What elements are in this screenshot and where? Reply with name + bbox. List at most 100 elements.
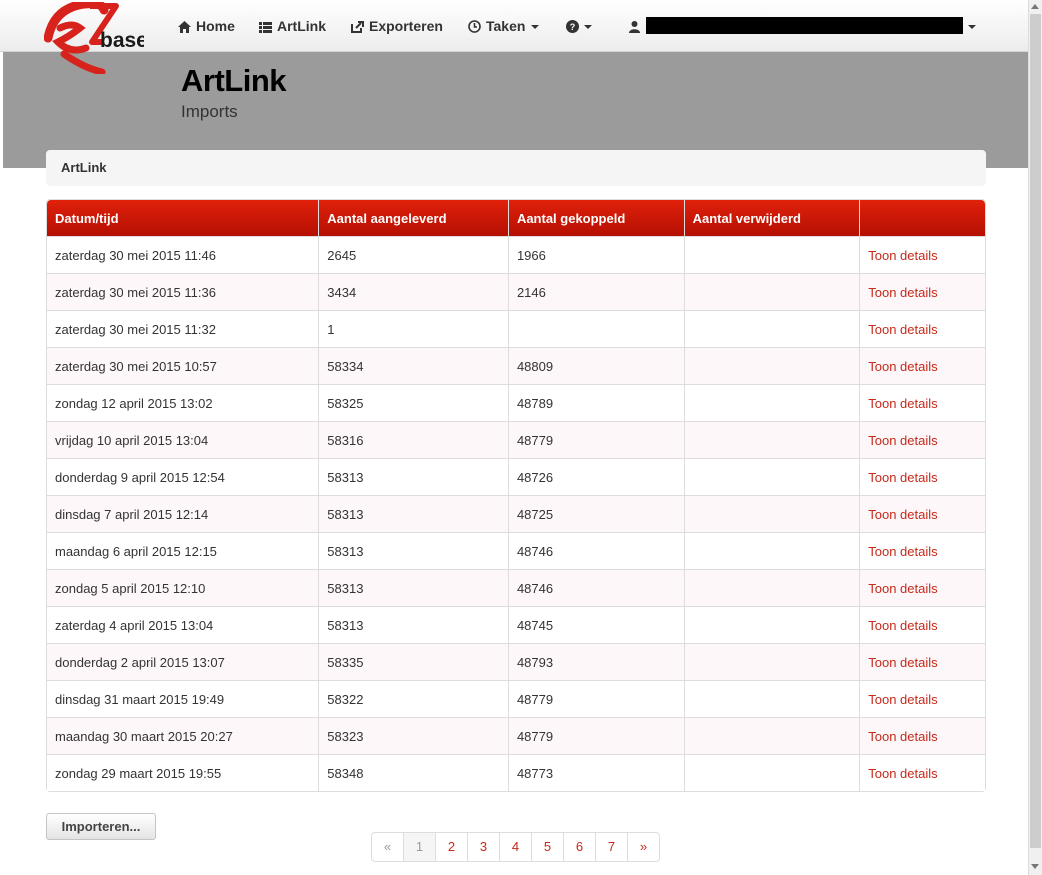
table-row: zaterdag 4 april 2015 13:04 58313 48745 Too…	[47, 606, 985, 643]
column-header-actions	[859, 200, 985, 236]
column-header-datetime[interactable]: Datum/tijd	[47, 200, 319, 236]
chevron-down-icon	[584, 25, 592, 29]
ezbase-logo[interactable]: base	[43, 0, 148, 76]
toon-details-link[interactable]: Toon details	[868, 581, 937, 596]
cell-gekoppeld: 48793	[507, 643, 684, 680]
import-button[interactable]: Importeren...	[46, 813, 156, 840]
cell-datetime: vrijdag 10 april 2015 13:04	[47, 421, 319, 458]
table-row: donderdag 9 april 2015 12:54 58313 48726 To…	[47, 458, 985, 495]
cell-gekoppeld: 48746	[507, 569, 684, 606]
imports-table: Datum/tijd Aantal aangeleverd Aantal gek…	[46, 199, 986, 792]
pagination-page-4[interactable]: 4	[499, 832, 532, 862]
nav-taken-label: Taken	[486, 18, 526, 34]
cell-datetime: maandag 30 maart 2015 20:27	[47, 717, 319, 754]
scroll-up-arrow-icon[interactable]	[1031, 4, 1039, 9]
cell-datetime: dinsdag 7 april 2015 12:14	[47, 495, 319, 532]
nav-exporteren[interactable]: Exporteren	[351, 17, 443, 35]
cell-verwijderd	[683, 532, 860, 569]
share-icon	[351, 21, 364, 33]
nav-home[interactable]: Home	[178, 17, 235, 35]
table-row: zaterdag 30 mei 2015 11:46 2645 1966 Toon d…	[47, 236, 985, 273]
table-row: dinsdag 7 april 2015 12:14 58313 48725 Toon…	[47, 495, 985, 532]
toon-details-link[interactable]: Toon details	[868, 396, 937, 411]
column-header-aangeleverd[interactable]: Aantal aangeleverd	[318, 200, 508, 236]
nav-taken-dropdown[interactable]: Taken	[468, 17, 540, 35]
cell-actions: Toon details	[859, 458, 985, 495]
vertical-scrollbar[interactable]	[1028, 0, 1042, 875]
cell-verwijderd	[683, 347, 860, 384]
cell-gekoppeld: 48779	[507, 421, 684, 458]
cell-aangeleverd: 58348	[318, 754, 508, 791]
table-header-row: Datum/tijd Aantal aangeleverd Aantal gek…	[47, 200, 985, 236]
toon-details-link[interactable]: Toon details	[868, 544, 937, 559]
cell-actions: Toon details	[859, 273, 985, 310]
page-title: ArtLink	[181, 63, 287, 98]
pagination-next[interactable]: »	[627, 832, 660, 862]
cell-verwijderd	[683, 569, 860, 606]
toon-details-link[interactable]: Toon details	[868, 322, 937, 337]
cell-gekoppeld: 1966	[507, 236, 684, 273]
cell-actions: Toon details	[859, 754, 985, 791]
toon-details-link[interactable]: Toon details	[868, 507, 937, 522]
pagination-page-2[interactable]: 2	[435, 832, 468, 862]
user-name-redacted[interactable]	[646, 17, 963, 34]
cell-aangeleverd: 58313	[318, 532, 508, 569]
column-header-verwijderd[interactable]: Aantal verwijderd	[683, 200, 860, 236]
cell-actions: Toon details	[859, 421, 985, 458]
cell-datetime: dinsdag 31 maart 2015 19:49	[47, 680, 319, 717]
pagination-page-1[interactable]: 1	[403, 832, 436, 862]
toon-details-link[interactable]: Toon details	[868, 470, 937, 485]
scroll-down-arrow-icon[interactable]	[1031, 864, 1039, 869]
cell-aangeleverd: 58334	[318, 347, 508, 384]
home-icon	[178, 21, 191, 33]
toon-details-link[interactable]: Toon details	[868, 433, 937, 448]
pagination-prev[interactable]: «	[371, 832, 404, 862]
navbar: Home ArtLink Exporteren Taken ?	[0, 0, 1028, 52]
cell-actions: Toon details	[859, 717, 985, 754]
pagination-page-3[interactable]: 3	[467, 832, 500, 862]
toon-details-link[interactable]: Toon details	[868, 766, 937, 781]
nav-help-dropdown[interactable]: ?	[566, 17, 592, 35]
nav-home-label: Home	[196, 18, 235, 34]
toon-details-link[interactable]: Toon details	[868, 359, 937, 374]
cell-gekoppeld: 48789	[507, 384, 684, 421]
cell-gekoppeld	[507, 310, 684, 347]
svg-text:?: ?	[570, 22, 576, 32]
cell-gekoppeld: 48746	[507, 532, 684, 569]
cell-datetime: zondag 5 april 2015 12:10	[47, 569, 319, 606]
cell-verwijderd	[683, 495, 860, 532]
toon-details-link[interactable]: Toon details	[868, 655, 937, 670]
user-menu-caret[interactable]	[962, 17, 976, 35]
column-header-gekoppeld[interactable]: Aantal gekoppeld	[507, 200, 684, 236]
toon-details-link[interactable]: Toon details	[868, 285, 937, 300]
cell-aangeleverd: 58322	[318, 680, 508, 717]
cell-aangeleverd: 58313	[318, 569, 508, 606]
cell-actions: Toon details	[859, 310, 985, 347]
toon-details-link[interactable]: Toon details	[868, 692, 937, 707]
breadcrumb: ArtLink	[46, 150, 986, 186]
cell-gekoppeld: 2146	[507, 273, 684, 310]
page-subtitle: Imports	[181, 102, 238, 121]
scrollbar-thumb[interactable]	[1030, 14, 1041, 848]
pagination-page-5[interactable]: 5	[531, 832, 564, 862]
pagination-page-6[interactable]: 6	[563, 832, 596, 862]
cell-gekoppeld: 48809	[507, 347, 684, 384]
toon-details-link[interactable]: Toon details	[868, 248, 937, 263]
cell-aangeleverd: 58316	[318, 421, 508, 458]
cell-verwijderd	[683, 458, 860, 495]
pagination-page-7[interactable]: 7	[595, 832, 628, 862]
pagination: « 1 2 3 4 5 6 7 »	[371, 832, 660, 862]
cell-datetime: zondag 29 maart 2015 19:55	[47, 754, 319, 791]
cell-datetime: zaterdag 30 mei 2015 10:57	[47, 347, 319, 384]
cell-actions: Toon details	[859, 643, 985, 680]
user-menu[interactable]	[629, 17, 645, 35]
toon-details-link[interactable]: Toon details	[868, 618, 937, 633]
cell-verwijderd	[683, 717, 860, 754]
table-row: zaterdag 30 mei 2015 10:57 58334 48809 Toon…	[47, 347, 985, 384]
cell-aangeleverd: 58313	[318, 495, 508, 532]
toon-details-link[interactable]: Toon details	[868, 729, 937, 744]
nav-artlink-label: ArtLink	[277, 18, 326, 34]
question-circle-icon: ?	[566, 20, 579, 33]
nav-artlink[interactable]: ArtLink	[259, 17, 326, 35]
user-icon	[629, 21, 640, 33]
